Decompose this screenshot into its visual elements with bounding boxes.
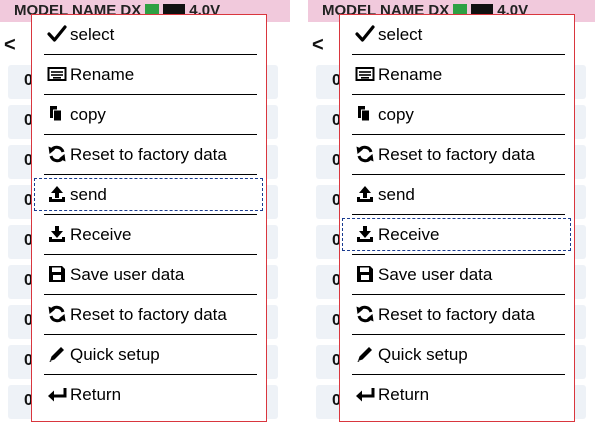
menu-item-label: Quick setup [70,345,160,364]
check-icon [47,24,67,44]
menu-item-save-user-data[interactable]: Save user data [340,255,573,295]
copy-icon [355,104,375,124]
pencil-icon [47,344,67,364]
menu-item-rename[interactable]: Rename [340,55,573,95]
back-button[interactable]: < [312,34,324,57]
menu-item-copy[interactable]: copy [340,95,573,135]
copy-icon [47,104,67,124]
menu-item-label: Reset to factory data [378,145,535,164]
menu-item-label: Save user data [70,265,185,284]
keyboard-icon [355,64,375,84]
menu-item-label: Save user data [378,265,493,284]
download-icon [47,224,67,244]
menu-item-label: Reset to factory data [378,305,535,324]
menu-item-label: Receive [70,225,132,244]
menu-item-send[interactable]: send [32,175,265,215]
menu-item-label: Rename [70,65,135,84]
focus-highlight [342,218,571,251]
menu-item-save-user-data[interactable]: Save user data [32,255,265,295]
upload-icon [355,184,375,204]
screen-panel-right: MODEL NAME DX 4.0V <0 0 0 0 0 0 0 0 0 select Rename c… [308,0,595,424]
menu-item-copy[interactable]: copy [32,95,265,135]
menu-item-label: Return [378,385,430,404]
menu-item-label: Reset to factory data [70,305,227,324]
menu-item-label: copy [378,105,414,124]
menu-item-label: Rename [378,65,443,84]
menu-item-quick-setup[interactable]: Quick setup [340,335,573,375]
menu-item-receive[interactable]: Receive [340,215,573,255]
menu-item-send[interactable]: send [340,175,573,215]
menu-item-receive[interactable]: Receive [32,215,265,255]
menu-item-reset-to-factory-data[interactable]: Reset to factory data [32,295,265,335]
menu-item-label: select [70,25,115,44]
context-menu: select Rename copy Reset to factory data sen… [31,14,267,422]
menu-item-return[interactable]: Return [32,375,265,415]
menu-item-label: Return [70,385,122,404]
refresh-icon [47,144,67,164]
menu-item-reset-to-factory-data[interactable]: Reset to factory data [32,135,265,175]
menu-item-return[interactable]: Return [340,375,573,415]
pencil-icon [355,344,375,364]
menu-item-label: send [378,185,415,204]
menu-item-label: copy [70,105,106,124]
menu-item-reset-to-factory-data[interactable]: Reset to factory data [340,295,573,335]
menu-item-label: select [378,25,423,44]
back-button[interactable]: < [4,34,16,57]
menu-item-label: Reset to factory data [70,145,227,164]
keyboard-icon [47,64,67,84]
check-icon [355,24,375,44]
menu-item-label: Quick setup [378,345,468,364]
save-icon [47,264,67,284]
screen-panel-left: MODEL NAME DX 4.0V <0 0 0 0 0 0 0 0 0 select Rename c… [0,0,290,424]
refresh-icon [355,144,375,164]
return-arrow-icon [355,384,375,404]
menu-item-reset-to-factory-data[interactable]: Reset to factory data [340,135,573,175]
return-arrow-icon [47,384,67,404]
menu-item-rename[interactable]: Rename [32,55,265,95]
focus-highlight [34,178,263,211]
refresh-icon [355,304,375,324]
menu-item-quick-setup[interactable]: Quick setup [32,335,265,375]
refresh-icon [47,304,67,324]
menu-item-select[interactable]: select [32,15,265,55]
save-icon [355,264,375,284]
context-menu: select Rename copy Reset to factory data sen… [339,14,575,422]
menu-item-select[interactable]: select [340,15,573,55]
